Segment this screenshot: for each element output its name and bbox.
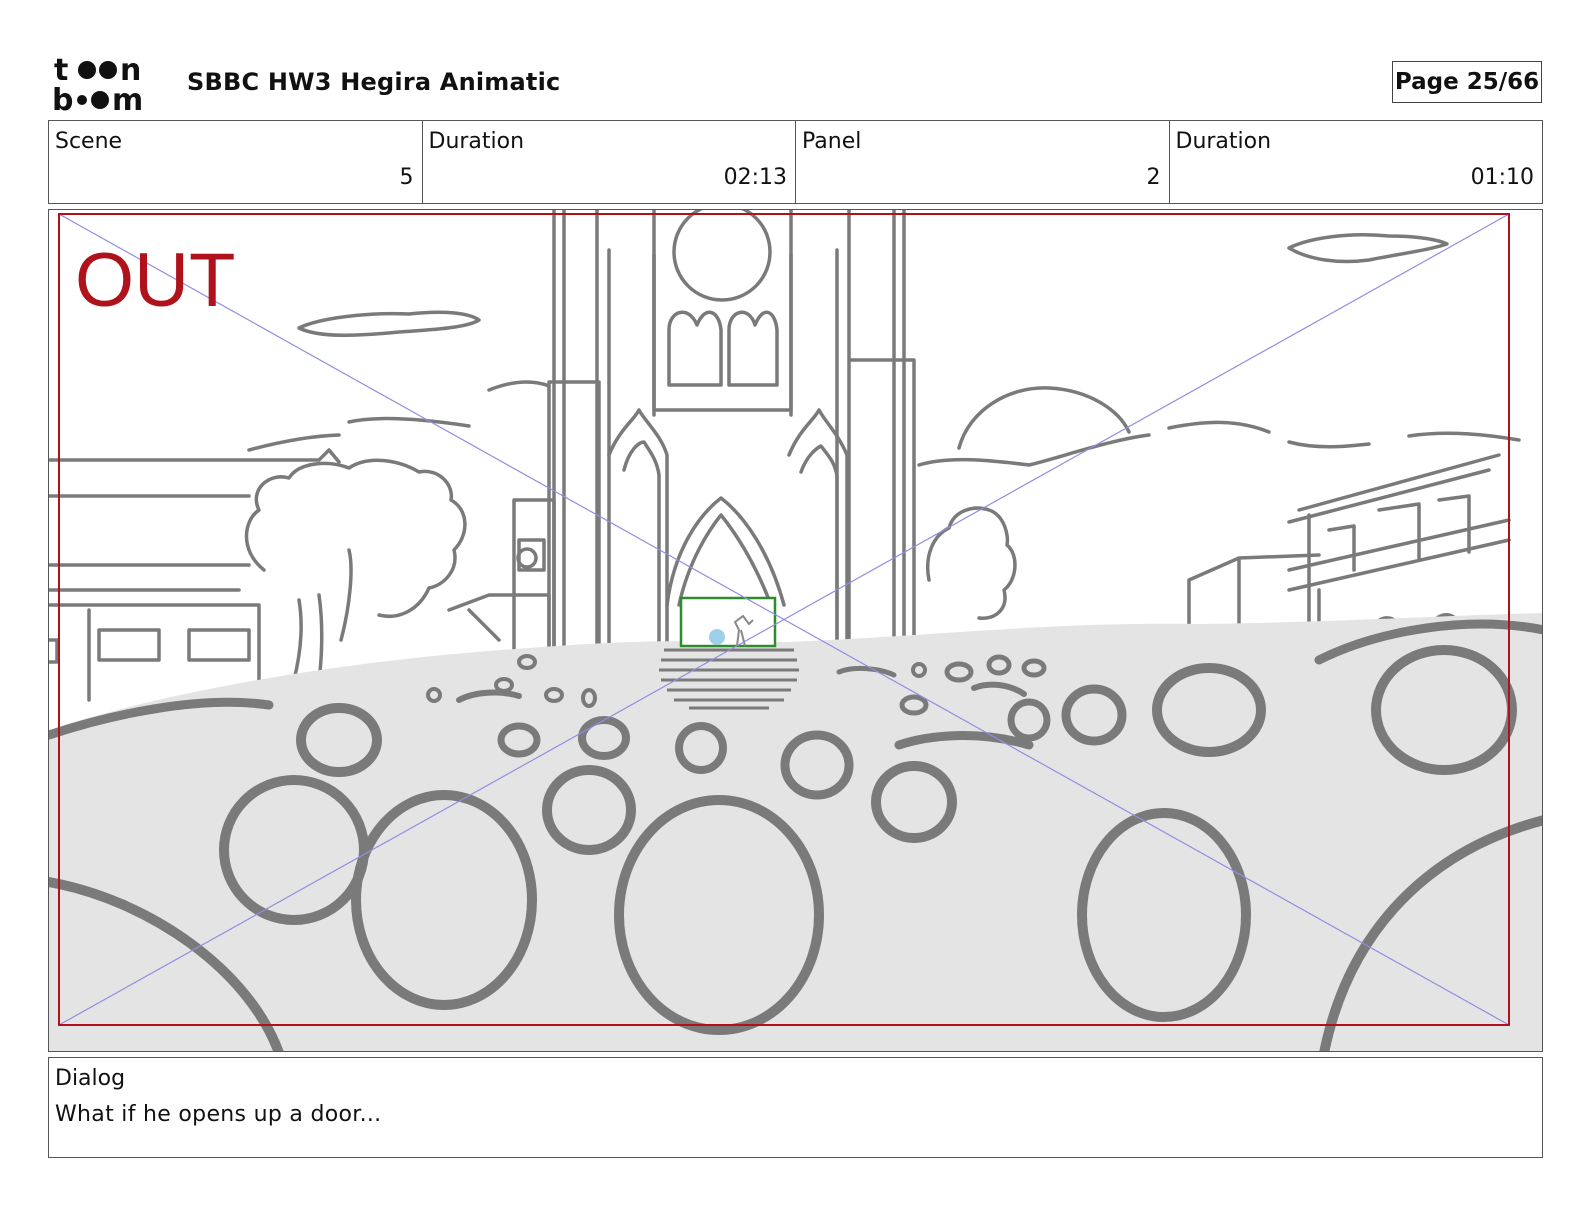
scene-duration-value: 02:13 — [723, 165, 787, 190]
panel-info-table: Scene 5 Duration 02:13 Panel 2 Duration … — [48, 120, 1543, 204]
rose-window — [672, 210, 772, 302]
right-tree — [926, 506, 1017, 620]
scene-cell: Scene 5 — [49, 121, 423, 203]
panel-value: 2 — [1146, 165, 1161, 190]
spire-left — [607, 408, 669, 652]
cloud-left — [297, 310, 481, 338]
panel-duration-cell: Duration 01:10 — [1170, 121, 1543, 203]
dialog-label: Dialog — [55, 1066, 126, 1091]
sun-arc — [957, 386, 1131, 450]
toon-boom-logo: t n b m — [52, 53, 143, 112]
page-number: Page 25/66 — [1392, 61, 1542, 103]
portal-arch — [665, 496, 786, 607]
door-frame — [679, 596, 777, 648]
gothic-windows — [667, 310, 779, 387]
entrance-steps — [659, 648, 799, 710]
hills-left — [247, 380, 551, 452]
cathedral-towers — [552, 210, 906, 652]
figure-left — [709, 629, 725, 645]
panel-duration-label: Duration — [1175, 129, 1272, 154]
dialog-text: What if he opens up a door... — [55, 1102, 382, 1127]
scene-label: Scene — [55, 129, 123, 154]
panel-label: Panel — [802, 129, 862, 154]
scene-duration-label: Duration — [428, 129, 525, 154]
svg-text:m: m — [112, 83, 143, 112]
left-tree — [244, 458, 467, 682]
left-annex — [447, 593, 551, 652]
scene-duration-cell: Duration 02:13 — [423, 121, 796, 203]
hills-right — [917, 420, 1521, 467]
panel-sketch: OUT — [49, 210, 1542, 1051]
scene-value: 5 — [399, 165, 414, 190]
panel-cell: Panel 2 — [796, 121, 1170, 203]
cloud-right — [1287, 233, 1449, 264]
dialog-box: Dialog What if he opens up a door... — [48, 1057, 1543, 1158]
left-building — [49, 448, 341, 702]
out-label: OUT — [75, 238, 235, 323]
storyboard-panel: OUT — [48, 209, 1543, 1052]
svg-text:b: b — [52, 83, 73, 112]
document-title: SBBC HW3 Hegira Animatic — [187, 68, 561, 96]
panel-duration-value: 01:10 — [1470, 165, 1534, 190]
